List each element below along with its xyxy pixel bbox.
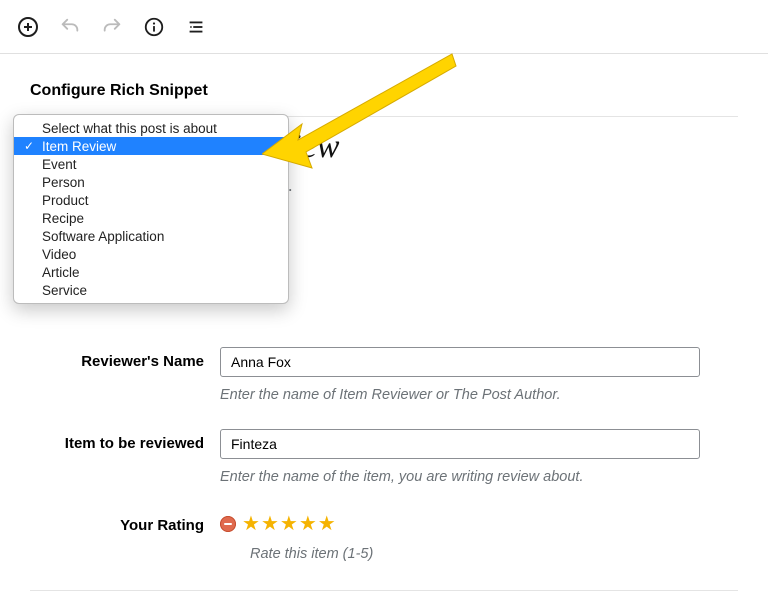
dropdown-option[interactable]: Video <box>14 245 288 263</box>
dropdown-option[interactable]: Service <box>14 281 288 299</box>
section-heading: Configure Rich Snippet <box>0 54 768 116</box>
star-icon[interactable]: ★ <box>242 511 259 536</box>
dropdown-option[interactable]: Software Application <box>14 227 288 245</box>
dropdown-option[interactable]: Event <box>14 155 288 173</box>
add-block-button[interactable] <box>8 7 48 47</box>
reviewer-input[interactable] <box>220 347 700 377</box>
editor-toolbar <box>0 0 768 54</box>
dropdown-option[interactable]: Article <box>14 263 288 281</box>
snippet-type-dropdown[interactable]: Select what this post is aboutItem Revie… <box>13 114 289 304</box>
rating-label: Your Rating <box>30 511 220 534</box>
redo-button[interactable] <box>92 7 132 47</box>
star-icon[interactable]: ★ <box>318 511 335 536</box>
rating-help: Rate this item (1-5) <box>250 546 738 562</box>
star-icon[interactable]: ★ <box>299 511 316 536</box>
reviewer-help: Enter the name of Item Reviewer or The P… <box>220 387 738 403</box>
rating-row: Your Rating ★ ★ ★ ★ ★ Rate this item (1-… <box>30 511 738 562</box>
dropdown-option[interactable]: Person <box>14 173 288 191</box>
item-label: Item to be reviewed <box>30 429 220 452</box>
item-input[interactable] <box>220 429 700 459</box>
outline-button[interactable] <box>176 7 216 47</box>
info-button[interactable] <box>134 7 174 47</box>
item-row: Item to be reviewed Enter the name of th… <box>30 429 738 485</box>
dropdown-option[interactable]: Product <box>14 191 288 209</box>
dropdown-option[interactable]: Select what this post is about <box>14 119 288 137</box>
item-help: Enter the name of the item, you are writ… <box>220 469 738 485</box>
dropdown-option[interactable]: Recipe <box>14 209 288 227</box>
dropdown-option[interactable]: Item Review <box>14 137 288 155</box>
remove-rating-icon[interactable] <box>220 516 236 532</box>
undo-button[interactable] <box>50 7 90 47</box>
star-icon[interactable]: ★ <box>261 511 278 536</box>
reviewer-row: Reviewer's Name Enter the name of Item R… <box>30 347 738 403</box>
rating-control[interactable]: ★ ★ ★ ★ ★ <box>220 511 738 536</box>
star-icon[interactable]: ★ <box>280 511 297 536</box>
reviewer-label: Reviewer's Name <box>30 347 220 370</box>
